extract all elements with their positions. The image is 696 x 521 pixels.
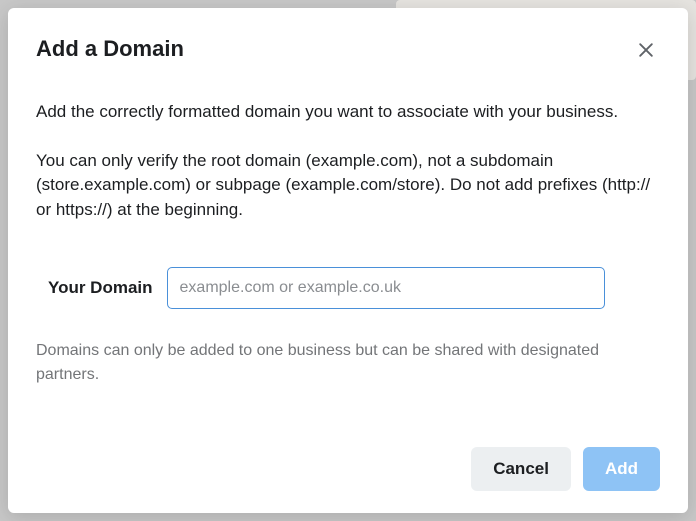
- helper-text: Domains can only be added to one busines…: [36, 339, 660, 387]
- add-domain-modal: Add a Domain Add the correctly formatted…: [8, 8, 688, 513]
- domain-form-row: Your Domain: [36, 267, 660, 309]
- domain-label: Your Domain: [48, 278, 153, 298]
- modal-description: Add the correctly formatted domain you w…: [36, 100, 660, 125]
- add-button[interactable]: Add: [583, 447, 660, 491]
- cancel-button[interactable]: Cancel: [471, 447, 571, 491]
- modal-title: Add a Domain: [36, 36, 184, 62]
- close-button[interactable]: [632, 36, 660, 64]
- modal-footer: Cancel Add: [36, 427, 660, 491]
- domain-input[interactable]: [167, 267, 605, 309]
- close-icon: [636, 40, 656, 60]
- modal-header: Add a Domain: [36, 36, 660, 64]
- modal-constraint: You can only verify the root domain (exa…: [36, 149, 660, 223]
